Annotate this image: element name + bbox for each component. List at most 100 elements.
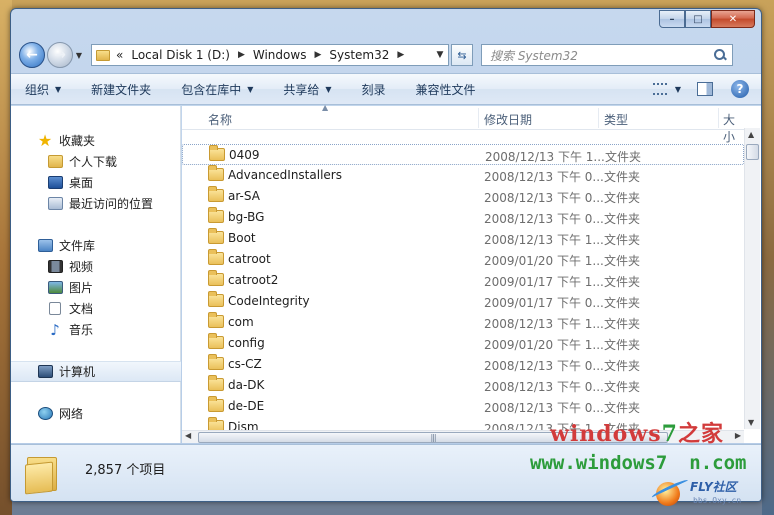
- table-row[interactable]: catroot 2009/01/20 下午 1... 文件夹: [182, 249, 744, 270]
- file-name: com: [228, 315, 254, 329]
- burn-button[interactable]: 刻录: [362, 81, 386, 98]
- chevron-down-icon: ▼: [325, 84, 332, 94]
- folder-icon: [208, 249, 224, 265]
- file-type: 文件夹: [604, 170, 641, 184]
- table-row[interactable]: config 2009/01/20 下午 1... 文件夹: [182, 333, 744, 354]
- file-name: cs-CZ: [228, 357, 262, 371]
- column-divider[interactable]: [598, 108, 599, 128]
- command-bar: 组织 ▼ 新建文件夹 包含在库中 ▼ 共享给 ▼ 刻录 兼容性文件 ▼ ?: [11, 73, 761, 105]
- recent-pages-dropdown[interactable]: ▼: [73, 51, 85, 60]
- table-row[interactable]: catroot2 2009/01/17 下午 1... 文件夹: [182, 270, 744, 291]
- breadcrumb-system32[interactable]: System32: [329, 48, 389, 62]
- share-with-menu[interactable]: 共享给 ▼: [283, 81, 331, 98]
- file-date: 2009/01/17 下午 1...: [484, 275, 604, 289]
- table-row[interactable]: AdvancedInstallers 2008/12/13 下午 0... 文件…: [182, 165, 744, 186]
- new-folder-button[interactable]: 新建文件夹: [91, 81, 151, 98]
- sidebar-item-label: 桌面: [69, 176, 94, 190]
- table-row[interactable]: cs-CZ 2008/12/13 下午 0... 文件夹: [182, 354, 744, 375]
- preview-pane-icon[interactable]: [697, 82, 713, 96]
- sidebar-item-documents[interactable]: 文档: [11, 298, 181, 319]
- sidebar-item-computer[interactable]: 计算机: [11, 361, 181, 382]
- file-type: 文件夹: [604, 338, 641, 352]
- compatibility-files-button[interactable]: 兼容性文件: [416, 81, 476, 98]
- sidebar-item-pictures[interactable]: 图片: [11, 277, 181, 298]
- file-type: 文件夹: [604, 233, 641, 247]
- table-row[interactable]: CodeIntegrity 2009/01/17 下午 0... 文件夹: [182, 291, 744, 312]
- change-view-icon[interactable]: [652, 83, 667, 95]
- breadcrumb-overflow[interactable]: «: [116, 48, 123, 62]
- sidebar-item-favorites[interactable]: ★ 收藏夹: [11, 130, 181, 151]
- refresh-button[interactable]: ⇆: [451, 44, 473, 66]
- libraries-icon: [37, 238, 53, 254]
- sidebar-item-downloads[interactable]: 个人下载: [11, 151, 181, 172]
- help-icon[interactable]: ?: [731, 80, 749, 98]
- computer-icon: [37, 364, 53, 380]
- vertical-scrollbar[interactable]: ▲ ▼: [744, 128, 760, 429]
- address-bar[interactable]: « Local Disk 1 (D:) ▶ Windows ▶ System32…: [91, 44, 449, 66]
- watermark-bbs-text: bbs.Oxy.cn: [693, 496, 742, 505]
- column-divider[interactable]: [718, 108, 719, 128]
- table-row[interactable]: ar-SA 2008/12/13 下午 0... 文件夹: [182, 186, 744, 207]
- scroll-up-icon[interactable]: ▲: [748, 130, 754, 139]
- back-button[interactable]: ←: [19, 42, 45, 68]
- scroll-left-icon[interactable]: ◀: [185, 431, 191, 440]
- scroll-down-icon[interactable]: ▼: [748, 418, 754, 427]
- file-date: 2009/01/20 下午 1...: [484, 254, 604, 268]
- recent-places-icon: [47, 196, 63, 212]
- column-divider[interactable]: [478, 108, 479, 128]
- file-date: 2008/12/13 下午 0...: [484, 359, 604, 373]
- organize-menu[interactable]: 组织 ▼: [25, 81, 61, 98]
- desktop-icon: [47, 175, 63, 191]
- column-header-name[interactable]: 名称: [208, 111, 232, 128]
- chevron-right-icon[interactable]: ▶: [314, 50, 321, 60]
- minimize-button[interactable]: –: [659, 10, 685, 28]
- include-in-library-menu[interactable]: 包含在库中 ▼: [181, 81, 253, 98]
- computer-group: 计算机: [11, 361, 181, 382]
- column-header-date[interactable]: 修改日期: [484, 111, 532, 128]
- watermark-url-main: www.windows7: [530, 452, 668, 474]
- sidebar-item-libraries[interactable]: 文件库: [11, 235, 181, 256]
- file-type: 文件夹: [604, 380, 641, 394]
- file-name: bg-BG: [228, 210, 265, 224]
- sidebar-item-network[interactable]: 网络: [11, 403, 181, 424]
- search-icon[interactable]: [714, 49, 726, 61]
- breadcrumb-local-disk[interactable]: Local Disk 1 (D:): [131, 48, 230, 62]
- table-row[interactable]: de-DE 2008/12/13 下午 0... 文件夹: [182, 396, 744, 417]
- forward-button[interactable]: →: [47, 42, 73, 68]
- folder-icon: [208, 186, 224, 202]
- chevron-right-icon[interactable]: ▶: [397, 50, 404, 60]
- folder-icon: [208, 291, 224, 307]
- sidebar-item-recent-places[interactable]: 最近访问的位置: [11, 193, 181, 214]
- sidebar-item-videos[interactable]: 视频: [11, 256, 181, 277]
- navigation-bar: ← → ▼ « Local Disk 1 (D:) ▶ Windows ▶ Sy…: [19, 40, 755, 70]
- table-row[interactable]: 0409 2008/12/13 下午 1... 文件夹: [182, 144, 744, 165]
- file-name: catroot2: [228, 273, 279, 287]
- vertical-scroll-thumb[interactable]: [746, 144, 759, 160]
- column-header-size[interactable]: 大小: [723, 111, 744, 145]
- search-placeholder: 搜索 System32: [490, 48, 578, 63]
- view-dropdown-icon[interactable]: ▼: [675, 85, 681, 94]
- column-header-type[interactable]: 类型: [604, 111, 628, 128]
- table-row[interactable]: com 2008/12/13 下午 1... 文件夹: [182, 312, 744, 333]
- maximize-button[interactable]: □: [685, 10, 711, 28]
- file-type: 文件夹: [604, 359, 641, 373]
- folder-icon: [208, 333, 224, 349]
- column-headers: 名称 ▲ 修改日期 类型 大小: [182, 103, 744, 144]
- file-date: 2008/12/13 下午 1...: [485, 150, 605, 164]
- chevron-right-icon[interactable]: ▶: [238, 50, 245, 60]
- scroll-right-icon[interactable]: ▶: [735, 431, 741, 440]
- file-name: de-DE: [228, 399, 265, 413]
- table-row[interactable]: da-DK 2008/12/13 下午 0... 文件夹: [182, 375, 744, 396]
- back-arrow-icon: ←: [26, 47, 38, 63]
- sidebar-item-desktop[interactable]: 桌面: [11, 172, 181, 193]
- breadcrumb-windows[interactable]: Windows: [253, 48, 307, 62]
- address-dropdown-icon[interactable]: ▼: [432, 50, 448, 60]
- file-date: 2008/12/13 下午 0...: [484, 380, 604, 394]
- close-button[interactable]: ✕: [711, 10, 755, 28]
- table-row[interactable]: bg-BG 2008/12/13 下午 0... 文件夹: [182, 207, 744, 228]
- table-row[interactable]: Boot 2008/12/13 下午 1... 文件夹: [182, 228, 744, 249]
- sidebar-item-music[interactable]: ♪ 音乐: [11, 319, 181, 340]
- search-input[interactable]: 搜索 System32: [481, 44, 733, 66]
- downloads-folder-icon: [47, 154, 63, 170]
- chevron-down-icon: ▼: [247, 84, 254, 94]
